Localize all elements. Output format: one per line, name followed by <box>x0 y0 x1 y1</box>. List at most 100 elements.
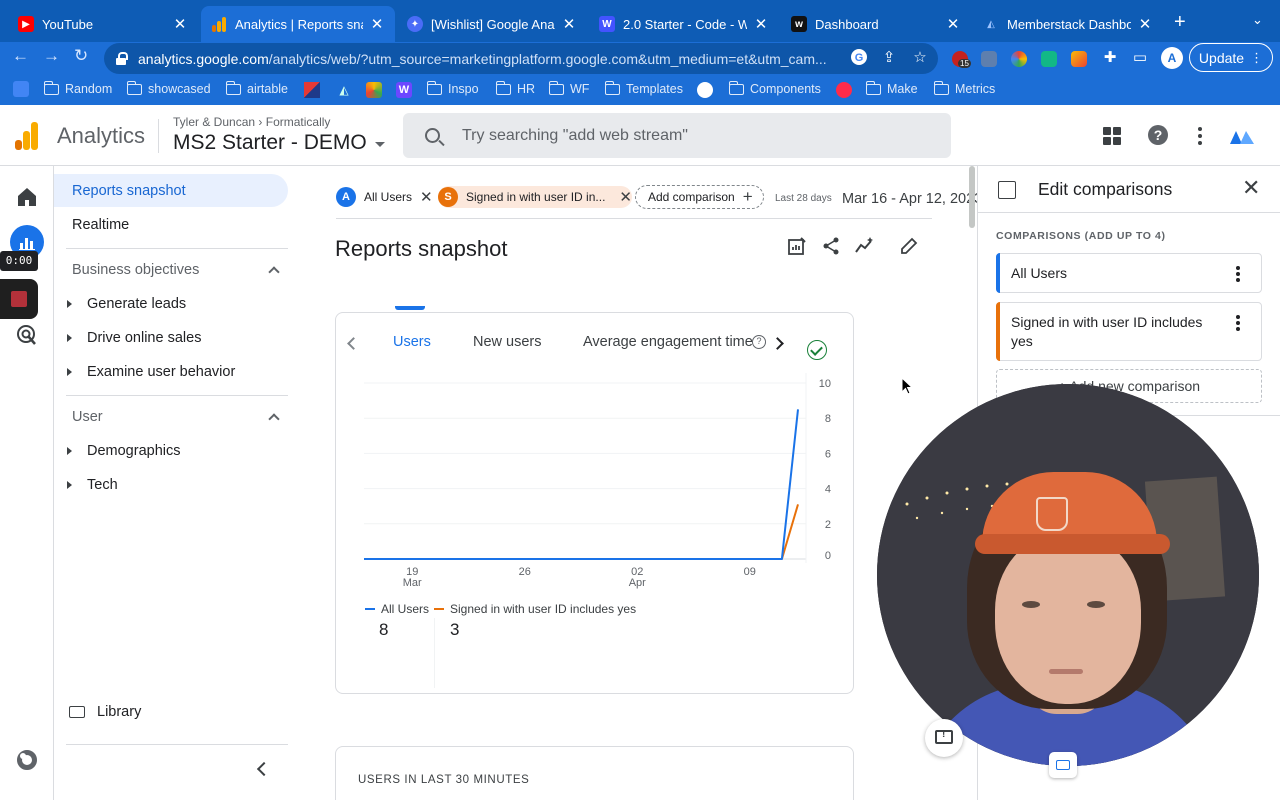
extension-diamond-icon[interactable] <box>1071 51 1087 67</box>
nav-realtime[interactable]: Realtime <box>54 208 129 241</box>
bookmark-red-dot-icon[interactable] <box>836 82 852 98</box>
bookmark-color-icon[interactable] <box>366 82 382 98</box>
forward-arrow-icon[interactable]: → <box>43 46 60 66</box>
update-button[interactable]: Update ⋮ <box>1189 43 1273 72</box>
nav-demographics[interactable]: Demographics <box>67 443 181 459</box>
back-arrow-icon[interactable]: ← <box>12 46 29 66</box>
browser-tab-memberstack[interactable]: ◭ Memberstack Dashboard ✕ <box>973 6 1163 42</box>
bookmark-hr[interactable]: HR <box>495 80 535 96</box>
bookmark-panda-icon[interactable] <box>697 82 713 98</box>
browser-tab-youtube[interactable]: ▶ YouTube ✕ <box>8 6 198 42</box>
advertising-icon[interactable] <box>15 323 39 347</box>
close-tab-icon[interactable]: ✕ <box>945 15 961 33</box>
add-comparison-button[interactable]: Add comparison + <box>635 185 764 209</box>
customize-report-icon[interactable] <box>787 236 807 256</box>
nav-examine-user-behavior[interactable]: Examine user behavior <box>67 364 235 380</box>
more-vert-icon[interactable] <box>1198 127 1202 145</box>
nav-library[interactable]: Library <box>69 704 141 720</box>
bookmark-inspo[interactable]: Inspo <box>426 80 479 96</box>
bookmark-red-icon[interactable] <box>304 82 320 98</box>
memberstack-account-icon[interactable] <box>1229 129 1255 145</box>
close-tab-icon[interactable]: ✕ <box>369 15 385 33</box>
comparison-card-all-users[interactable]: All Users <box>996 253 1262 293</box>
property-selector[interactable]: MS2 Starter - DEMO <box>173 131 385 155</box>
side-panel-icon[interactable]: ▭ <box>1130 48 1150 68</box>
comparisons-label: COMPARISONS (ADD UP TO 4) <box>996 230 1166 242</box>
remove-chip-icon[interactable]: ✕ <box>619 188 632 206</box>
comparison-accent <box>996 302 1000 361</box>
insights-icon[interactable] <box>855 236 875 256</box>
reload-icon[interactable]: ↻ <box>74 46 88 66</box>
webcam-overlay[interactable] <box>877 384 1259 766</box>
settings-gear-icon[interactable] <box>17 750 37 770</box>
analytics-logo-icon[interactable] <box>15 122 39 150</box>
share-icon[interactable]: ⇪ <box>879 48 899 68</box>
recording-stop-button[interactable] <box>0 279 38 319</box>
share-icon[interactable] <box>821 236 841 256</box>
google-icon[interactable]: G <box>849 48 869 68</box>
browser-tab-webflow[interactable]: W 2.0 Starter - Code - Webflow ✕ <box>589 6 779 42</box>
bookmark-templates[interactable]: Templates <box>604 80 683 96</box>
close-tab-icon[interactable]: ✕ <box>172 15 188 33</box>
extension-puzzle-gray-icon[interactable] <box>981 51 997 67</box>
close-tab-icon[interactable]: ✕ <box>753 15 769 33</box>
nav-section-user[interactable]: User <box>72 409 280 425</box>
date-range-preset: Last 28 days <box>775 193 832 204</box>
camera-toggle-button[interactable] <box>1049 752 1077 778</box>
search-icon <box>425 128 440 143</box>
comparison-card-signed-in[interactable]: Signed in with user ID includes yes <box>996 302 1262 361</box>
nav-section-business-objectives[interactable]: Business objectives <box>72 262 280 278</box>
bookmark-random[interactable]: Random <box>43 80 112 96</box>
calendar-bookmark-icon[interactable] <box>13 81 29 97</box>
address-bar[interactable]: analytics.google.com /analytics/web/?utm… <box>104 43 938 74</box>
realtime-card-title: USERS IN LAST 30 MINUTES <box>358 774 530 786</box>
wishlist-icon: ✦ <box>407 16 423 32</box>
bookmark-star-icon[interactable]: ☆ <box>910 48 930 68</box>
account-breadcrumb[interactable]: Tyler & Duncan › Formatically <box>173 115 330 129</box>
nav-tech[interactable]: Tech <box>67 477 118 493</box>
close-tab-icon[interactable]: ✕ <box>1137 15 1153 33</box>
close-panel-icon[interactable]: ✕ <box>1242 177 1260 199</box>
nav-generate-leads[interactable]: Generate leads <box>67 296 186 312</box>
apps-grid-icon[interactable] <box>1103 127 1121 145</box>
more-vert-icon[interactable] <box>1236 266 1240 282</box>
comparison-chip-signed-in[interactable]: S Signed in with user ID in... ✕ <box>438 186 632 208</box>
total-all-users: 8 <box>379 620 389 639</box>
y-tick-label: 4 <box>825 484 831 496</box>
new-tab-button[interactable]: + <box>1174 12 1186 32</box>
extension-green-icon[interactable] <box>1041 51 1057 67</box>
lock-icon <box>116 51 128 66</box>
nav-reports-snapshot[interactable]: Reports snapshot <box>54 174 288 207</box>
feedback-button[interactable] <box>925 719 963 757</box>
bookmark-w-icon[interactable]: W <box>396 82 412 98</box>
browser-tab-wishlist[interactable]: ✦ [Wishlist] Google Analytics ✕ <box>397 6 587 42</box>
tab-search-chevron-icon[interactable]: ⌄ <box>1252 12 1263 28</box>
bookmark-showcased[interactable]: showcased <box>126 80 211 96</box>
bookmark-metrics[interactable]: Metrics <box>933 80 995 96</box>
browser-tab-analytics[interactable]: Analytics | Reports snapshot ✕ <box>201 6 395 42</box>
edit-pencil-icon[interactable] <box>899 236 919 256</box>
bookmark-wf[interactable]: WF <box>548 80 589 96</box>
extensions-puzzle-icon[interactable]: ✚ <box>1100 48 1120 68</box>
webcam-person-mouth <box>1049 669 1083 674</box>
close-tab-icon[interactable]: ✕ <box>561 15 577 33</box>
bookmark-memberstack-icon[interactable]: ◭ <box>336 82 352 98</box>
bookmark-make[interactable]: Make <box>865 80 918 96</box>
extension-color-icon[interactable] <box>1011 51 1027 67</box>
remove-chip-icon[interactable]: ✕ <box>420 188 433 206</box>
home-icon[interactable] <box>15 185 39 209</box>
profile-avatar[interactable]: A <box>1161 47 1183 69</box>
browser-tab-dashboard[interactable]: w Dashboard ✕ <box>781 6 971 42</box>
bookmark-components[interactable]: Components <box>728 80 821 96</box>
search-bar[interactable]: Try searching "add web stream" <box>403 113 951 158</box>
help-icon[interactable]: ? <box>1148 125 1168 145</box>
more-vert-icon[interactable] <box>1236 315 1240 331</box>
nav-drive-online-sales[interactable]: Drive online sales <box>67 330 201 346</box>
comparison-chip-all-users[interactable]: A All Users ✕ <box>336 186 433 208</box>
date-range-picker[interactable]: Mar 16 - Apr 12, 2023 <box>842 191 982 207</box>
collapse-nav-chevron-icon[interactable] <box>256 761 272 777</box>
scrollbar[interactable] <box>969 166 975 228</box>
comparison-accent <box>996 253 1000 293</box>
bookmark-airtable[interactable]: airtable <box>225 80 288 96</box>
tab-title: Analytics | Reports snapshot <box>235 16 363 32</box>
